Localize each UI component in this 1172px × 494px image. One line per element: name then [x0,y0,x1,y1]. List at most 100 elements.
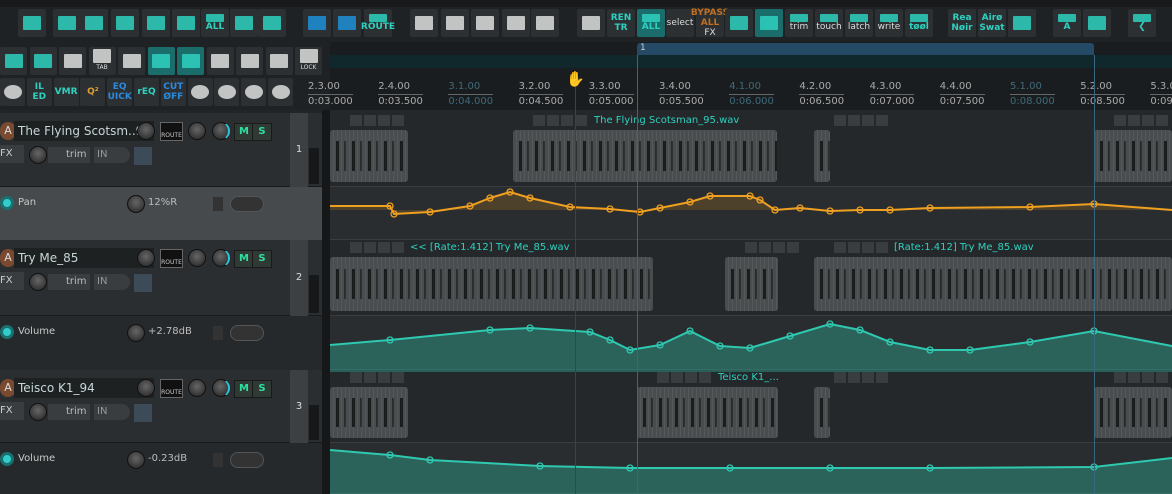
input-select[interactable]: IN [94,147,130,163]
automation-mode-button[interactable]: trim [48,274,90,290]
theme-swat-button[interactable]: Airø Swat [978,9,1006,37]
grid-button[interactable] [258,9,286,37]
width-knob[interactable] [212,122,230,140]
plugin-echoboy-button[interactable] [187,78,213,106]
ripple-button[interactable] [177,47,204,75]
plugin-knob-button[interactable] [268,78,293,106]
envelope-knob[interactable] [127,451,145,469]
solo-button[interactable]: S [252,250,272,268]
volume-knob[interactable] [137,379,155,397]
plugin-cutoff-button[interactable]: CUT ØFF [160,78,186,106]
width-knob[interactable] [212,379,230,397]
record-v-button[interactable] [29,47,57,75]
show-envelope-button[interactable] [725,9,753,37]
plugin-q2-button[interactable]: Q² [80,78,106,106]
tcp-divider[interactable] [322,110,330,494]
track-name-field[interactable]: Try Me_85 [14,248,154,268]
track-name-field[interactable]: The Flying Scotsm..95 [14,121,154,141]
arm-all-button[interactable]: ALL [637,9,665,37]
envelope-settings-button[interactable] [230,196,264,212]
glue-time-button[interactable] [531,9,559,37]
split-red-button[interactable] [111,9,139,37]
layout-button[interactable] [236,47,263,75]
solo-button[interactable]: S [252,380,272,398]
plugin-a-button[interactable] [0,78,25,106]
select-items-button[interactable] [172,9,200,37]
plugin-equick-button[interactable]: EQ UICK [107,78,133,106]
pan-knob[interactable] [188,122,206,140]
split-select-button[interactable] [80,9,108,37]
mixer-button[interactable] [1083,9,1111,37]
fx-button[interactable]: FX [0,402,24,420]
envelope-knob[interactable] [127,324,145,342]
track-1-header[interactable]: A The Flying Scotsm..95 ROUTE M S FX trim IN 1 [0,113,322,187]
mute-button[interactable]: M [234,123,254,141]
route-button[interactable]: ROUTE [160,122,183,141]
loop-off-button[interactable] [118,47,145,75]
fx-button[interactable]: FX [0,145,24,163]
envelope-knob[interactable] [127,195,145,213]
show-all-envelopes-button[interactable] [755,9,783,37]
split-remove-button[interactable] [53,9,81,37]
plugin-vmr-button[interactable]: VMR [53,78,79,106]
input-select[interactable]: IN [94,404,130,420]
freeze-button[interactable] [471,9,499,37]
solo-button[interactable]: S [252,123,272,141]
lock-button[interactable]: LOCK [295,47,322,75]
envelope-icon[interactable] [0,325,14,339]
envelope-bypass-icon[interactable] [213,197,223,211]
split-items-button[interactable] [18,9,46,37]
track-3-header[interactable]: A Teisco K1_94 ROUTE M S FX trim IN 3 [0,370,322,443]
phase-knob[interactable] [29,146,47,164]
timeline-ruler[interactable]: 2.3.00 0:03.000 2.4.00 0:03.500 3.1.00 0:04.0… [308,68,1172,110]
time-selection-bar[interactable] [330,55,1172,68]
collapse-button[interactable]: ❮ [1128,9,1156,37]
glue-button[interactable] [502,9,530,37]
monitor-icon[interactable] [134,147,152,165]
envelope-settings-button[interactable] [230,325,264,341]
grid-view-button[interactable] [577,9,605,37]
envelopes[interactable] [330,110,1172,494]
grid-left-button[interactable] [230,9,258,37]
envelope-icon[interactable] [0,196,14,210]
envelope-points-button[interactable] [265,47,293,75]
bypass-button[interactable]: BYPASS ALL FX [691,8,729,38]
mute-button[interactable]: M [234,250,254,268]
track-2-header[interactable]: A Try Me_85 ROUTE M S FX trim IN 2 [0,240,322,316]
write-mode-button[interactable]: write [875,9,903,37]
phase-knob[interactable] [29,403,47,421]
track-name-field[interactable]: Teisco K1_94 [14,378,154,398]
region-marker[interactable]: 1 [637,43,1094,55]
plugin-face-button[interactable] [214,78,240,106]
volume-knob[interactable] [137,122,155,140]
snap-button[interactable] [206,47,234,75]
mute-button[interactable]: M [234,380,254,398]
new-file-button[interactable] [59,47,86,75]
plugin-req-button[interactable]: rEQ [134,78,159,106]
volume-knob[interactable] [137,249,155,267]
new-tab-button[interactable]: TAB [88,47,116,75]
theme-noir-button[interactable]: Rea Nøir [948,9,976,37]
automation-mode-button[interactable]: trim [48,404,90,420]
arm-select-button[interactable]: select [666,9,694,37]
envelope-volume-header[interactable]: Volume +2.78dB [0,316,322,370]
plugin-iled-button[interactable]: IL ED [26,78,52,106]
render-take-button[interactable] [441,9,469,37]
split-envelope-button[interactable] [142,9,170,37]
route-button[interactable]: ROUTE [160,249,183,268]
input-select[interactable]: IN [94,274,130,290]
select-all-button[interactable]: ALL [201,9,229,37]
route-button[interactable]: ROUTE [160,379,183,398]
loop-button[interactable] [147,47,175,75]
phase-knob[interactable] [29,273,47,291]
monitor-icon[interactable] [134,274,152,292]
width-knob[interactable] [212,249,230,267]
record-button[interactable] [0,47,27,75]
render-item-button[interactable] [410,9,438,37]
tool-button[interactable]: tøøl [905,9,933,37]
automation-mode-button[interactable]: trim [48,147,90,163]
envelope-bypass-icon[interactable] [213,453,223,467]
latch-mode-button[interactable]: latch [845,9,873,37]
render-tracks-button[interactable]: REN TR [607,9,635,37]
folder-stack-button[interactable] [303,9,331,37]
